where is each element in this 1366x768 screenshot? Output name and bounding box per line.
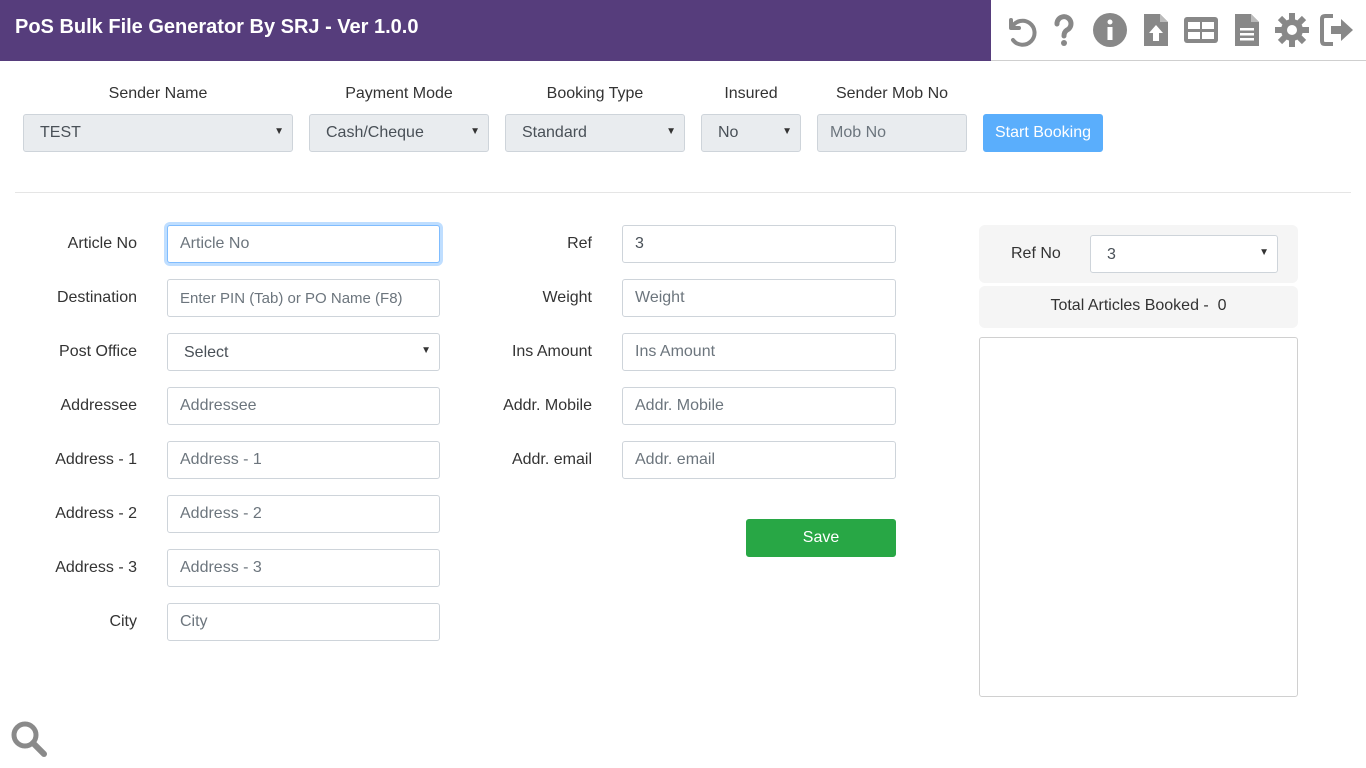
ref-no-value: 3 <box>1107 246 1116 263</box>
sender-name-select[interactable]: TEST ▼ <box>23 114 293 152</box>
sender-name-label: Sender Name <box>108 85 208 102</box>
payment-mode-label: Payment Mode <box>345 85 453 102</box>
document-icon[interactable] <box>1227 10 1267 50</box>
post-office-select[interactable]: Select ▼ <box>167 333 440 371</box>
weight-input[interactable] <box>622 279 896 317</box>
chevron-down-icon: ▼ <box>1259 247 1269 258</box>
chevron-down-icon: ▼ <box>421 345 431 356</box>
insured-select[interactable]: No ▼ <box>701 114 801 152</box>
address1-label: Address - 1 <box>55 451 137 468</box>
post-office-value: Select <box>184 344 229 361</box>
booking-type-select[interactable]: Standard ▼ <box>505 114 685 152</box>
payment-mode-value: Cash/Cheque <box>326 124 424 141</box>
total-articles-card: Total Articles Booked - 0 <box>979 286 1298 328</box>
ref-input[interactable] <box>622 225 896 263</box>
save-button[interactable]: Save <box>746 519 896 557</box>
divider <box>15 192 1351 193</box>
start-booking-button[interactable]: Start Booking <box>983 114 1103 152</box>
payment-mode-select[interactable]: Cash/Cheque ▼ <box>309 114 489 152</box>
article-no-input[interactable] <box>167 225 440 263</box>
articles-list[interactable] <box>979 337 1298 697</box>
app-title: PoS Bulk File Generator By SRJ - Ver 1.0… <box>15 16 419 38</box>
addr-email-input[interactable] <box>622 441 896 479</box>
ref-no-select[interactable]: 3 ▼ <box>1090 235 1278 273</box>
insured-value: No <box>718 124 739 141</box>
booking-type-label: Booking Type <box>546 85 644 102</box>
toolbar <box>991 0 1366 61</box>
address3-label: Address - 3 <box>55 559 137 576</box>
address3-input[interactable] <box>167 549 440 587</box>
chevron-down-icon: ▼ <box>666 126 676 137</box>
address1-input[interactable] <box>167 441 440 479</box>
undo-icon[interactable] <box>999 10 1039 50</box>
city-label: City <box>109 613 137 630</box>
ref-no-label: Ref No <box>1011 245 1061 262</box>
logout-icon[interactable] <box>1317 10 1357 50</box>
sender-mob-input[interactable] <box>817 114 967 152</box>
upload-file-icon[interactable] <box>1136 10 1176 50</box>
ref-no-card: Ref No 3 ▼ <box>979 225 1298 283</box>
ins-amount-input[interactable] <box>622 333 896 371</box>
addr-email-label: Addr. email <box>511 451 592 468</box>
ref-label: Ref <box>567 235 592 252</box>
post-office-label: Post Office <box>59 343 137 360</box>
chevron-down-icon: ▼ <box>274 126 284 137</box>
table-icon[interactable] <box>1181 10 1221 50</box>
destination-label: Destination <box>56 289 137 306</box>
gear-icon[interactable] <box>1272 10 1312 50</box>
address2-input[interactable] <box>167 495 440 533</box>
total-articles-label: Total Articles Booked - <box>1050 297 1209 314</box>
city-input[interactable] <box>167 603 440 641</box>
booking-type-value: Standard <box>522 124 587 141</box>
insured-label: Insured <box>724 85 778 102</box>
total-articles-count: 0 <box>1217 297 1227 314</box>
addr-mobile-input[interactable] <box>622 387 896 425</box>
destination-input[interactable] <box>167 279 440 317</box>
help-icon[interactable] <box>1044 10 1084 50</box>
sender-name-value: TEST <box>40 124 81 141</box>
addr-mobile-label: Addr. Mobile <box>503 397 592 414</box>
search-icon[interactable] <box>10 720 48 758</box>
weight-label: Weight <box>542 289 592 306</box>
address2-label: Address - 2 <box>55 505 137 522</box>
ins-amount-label: Ins Amount <box>511 343 592 360</box>
chevron-down-icon: ▼ <box>470 126 480 137</box>
addressee-label: Addressee <box>60 397 138 414</box>
app-header: PoS Bulk File Generator By SRJ - Ver 1.0… <box>0 0 991 61</box>
sender-mob-label: Sender Mob No <box>835 85 949 102</box>
addressee-input[interactable] <box>167 387 440 425</box>
chevron-down-icon: ▼ <box>782 126 792 137</box>
info-icon[interactable] <box>1090 10 1130 50</box>
article-no-label: Article No <box>67 235 137 252</box>
